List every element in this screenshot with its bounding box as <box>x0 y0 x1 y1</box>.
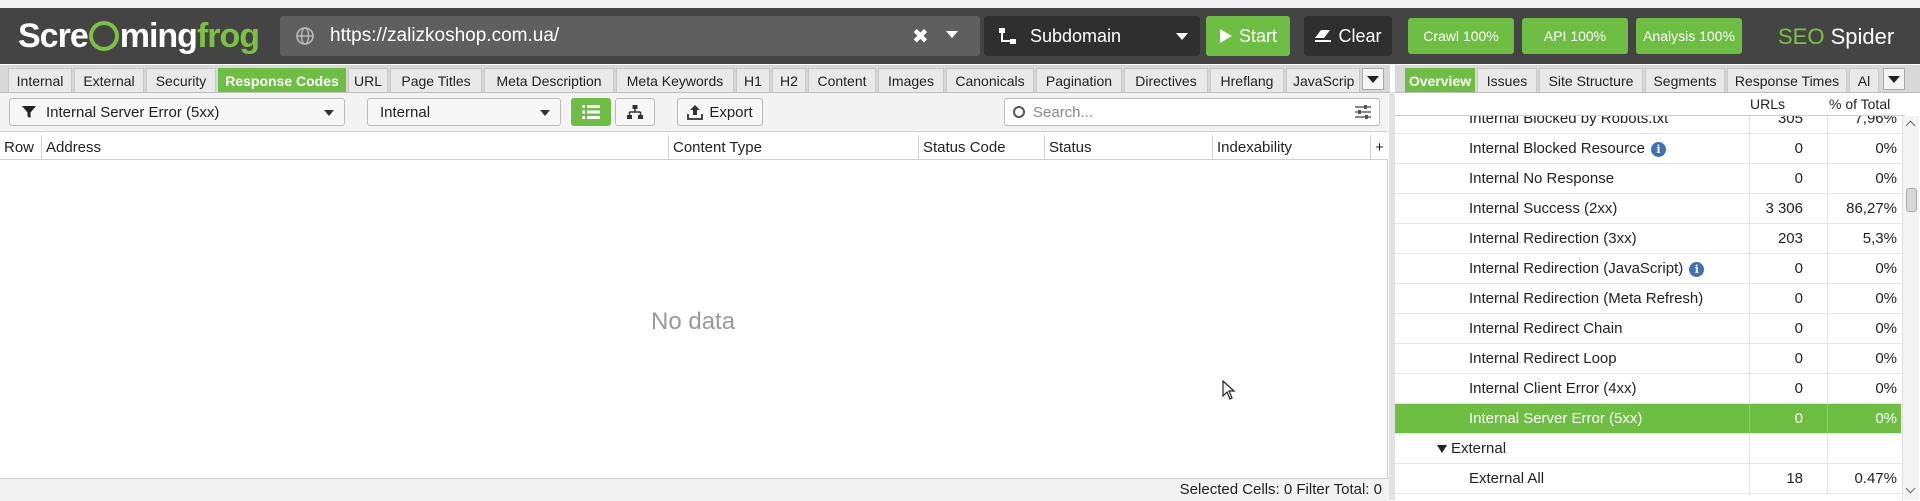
expand-triangle-icon[interactable] <box>1437 445 1447 453</box>
info-icon[interactable]: i <box>1689 261 1705 277</box>
overview-row[interactable]: External All 18 0.47% <box>1395 464 1901 494</box>
scroll-down-icon[interactable] <box>1905 483 1916 494</box>
export-icon <box>687 104 704 120</box>
overview-group-external[interactable]: External <box>1395 434 1901 464</box>
more-right-tabs-dropdown-icon[interactable] <box>1883 68 1905 90</box>
tab-meta-keywords[interactable]: Meta Keywords <box>616 68 734 92</box>
eraser-icon <box>1315 30 1332 42</box>
subdomain-icon <box>999 28 1016 44</box>
overview-row[interactable]: Internal Redirection (3xx) 203 5,3% <box>1395 224 1901 254</box>
overview-row[interactable]: Internal Redirection (JavaScript) i 0 0% <box>1395 254 1901 284</box>
crawl-mode-select[interactable]: Subdomain <box>984 16 1200 56</box>
tree-icon <box>627 105 643 119</box>
overview-row-selected[interactable]: Internal Server Error (5xx) 0 0% <box>1395 404 1901 434</box>
start-button[interactable]: Start <box>1206 16 1290 56</box>
top-header-bar: Scre ming frog https://zalizkoshop.com.ua/… <box>0 8 1920 64</box>
column-header-address[interactable]: Address <box>42 135 669 159</box>
tab-pagination[interactable]: Pagination <box>1036 68 1122 92</box>
url-text[interactable]: https://zalizkoshop.com.ua/ <box>330 25 559 47</box>
tab-images[interactable]: Images <box>878 68 944 92</box>
tab-segments[interactable]: Segments <box>1645 68 1725 92</box>
mouse-cursor-icon <box>1222 380 1236 400</box>
overview-header: URLs % of Total <box>1395 93 1905 116</box>
info-icon[interactable]: i <box>1650 141 1666 157</box>
api-progress-badge: API 100% <box>1522 18 1628 54</box>
chevron-down-icon <box>540 110 550 116</box>
tab-security[interactable]: Security <box>146 68 216 92</box>
globe-icon <box>296 27 314 45</box>
overview-row[interactable]: Internal Redirect Chain 0 0% <box>1395 314 1901 344</box>
tab-meta-description[interactable]: Meta Description <box>484 68 614 92</box>
overview-row[interactable]: Internal No Response 0 0% <box>1395 164 1901 194</box>
url-history-dropdown-icon[interactable] <box>946 31 958 38</box>
tab-directives[interactable]: Directives <box>1124 68 1208 92</box>
results-table-header: Row Address Content Type Status Code Sta… <box>0 135 1388 160</box>
search-options-icon[interactable] <box>1355 105 1371 119</box>
seo-spider-brand: SEO Spider <box>1778 24 1895 49</box>
tree-view-button[interactable] <box>615 98 655 126</box>
crawl-mode-label: Subdomain <box>1030 26 1122 46</box>
tab-javascript[interactable]: JavaScrip <box>1286 68 1360 92</box>
scope-select[interactable]: Internal <box>367 98 561 126</box>
results-table-body: No data <box>0 160 1388 478</box>
url-input[interactable]: https://zalizkoshop.com.ua/ ✖ <box>280 16 980 56</box>
selection-summary: Selected Cells: 0 Filter Total: 0 <box>1179 481 1382 498</box>
tab-h1[interactable]: H1 <box>736 68 770 92</box>
export-button[interactable]: Export <box>677 98 763 126</box>
overview-row[interactable]: Internal Blocked Resource i 0 0% <box>1395 134 1901 164</box>
tab-canonicals[interactable]: Canonicals <box>946 68 1034 92</box>
column-header-indexability[interactable]: Indexability <box>1213 135 1371 159</box>
list-view-button[interactable] <box>571 98 611 126</box>
tab-url[interactable]: URL <box>348 68 388 92</box>
chevron-down-icon <box>324 110 334 116</box>
column-header-content-type[interactable]: Content Type <box>669 135 919 159</box>
frog-logo-icon <box>88 21 119 51</box>
more-tabs-dropdown-icon[interactable] <box>1362 68 1384 90</box>
tab-site-structure[interactable]: Site Structure <box>1539 68 1643 92</box>
right-panel-tab-bar: Overview Issues Site Structure Segments … <box>1395 65 1920 93</box>
filter-toolbar: Internal Server Error (5xx) Internal Exp… <box>0 93 1388 132</box>
filter-select[interactable]: Internal Server Error (5xx) <box>9 98 345 126</box>
crawl-progress-badge: Crawl 100% <box>1408 18 1514 54</box>
column-header-row[interactable]: Row <box>0 135 42 159</box>
search-icon <box>1013 106 1025 118</box>
tab-content[interactable]: Content <box>808 68 876 92</box>
overview-row[interactable]: Internal Blocked by Robots.txt 305 7,96% <box>1395 116 1901 134</box>
tab-response-codes[interactable]: Response Codes <box>218 68 346 92</box>
main-tab-bar: Internal External Security Response Code… <box>0 65 1390 93</box>
overview-tree: Internal Blocked by Robots.txt 305 7,96%… <box>1395 116 1901 500</box>
tab-page-titles[interactable]: Page Titles <box>390 68 482 92</box>
overview-row[interactable]: Internal Success (2xx) 3 306 86,27% <box>1395 194 1901 224</box>
list-icon <box>582 105 600 119</box>
add-column-icon[interactable]: + <box>1371 135 1388 159</box>
search-input[interactable]: Search... <box>1004 98 1380 126</box>
tab-issues[interactable]: Issues <box>1477 68 1537 92</box>
clear-url-icon[interactable]: ✖ <box>912 24 929 49</box>
overview-row[interactable]: Internal Redirection (Meta Refresh) 0 0% <box>1395 284 1901 314</box>
analysis-progress-badge: Analysis 100% <box>1636 18 1742 54</box>
status-footer: Selected Cells: 0 Filter Total: 0 <box>0 478 1390 501</box>
tab-response-times[interactable]: Response Times <box>1727 68 1847 92</box>
overview-row[interactable]: Internal Redirect Loop 0 0% <box>1395 344 1901 374</box>
chevron-down-icon <box>1176 33 1188 40</box>
column-header-urls[interactable]: URLs <box>1750 96 1785 112</box>
tab-ai[interactable]: Al <box>1849 68 1879 92</box>
column-header-percent[interactable]: % of Total <box>1829 96 1890 112</box>
tab-internal[interactable]: Internal <box>8 68 72 92</box>
clear-button[interactable]: Clear <box>1304 16 1392 56</box>
column-header-status-code[interactable]: Status Code <box>919 135 1045 159</box>
tab-h2[interactable]: H2 <box>772 68 806 92</box>
overview-row[interactable]: Internal Client Error (4xx) 0 0% <box>1395 374 1901 404</box>
empty-state-text: No data <box>651 308 736 335</box>
scrollbar-thumb[interactable] <box>1906 188 1917 212</box>
tab-hreflang[interactable]: Hreflang <box>1210 68 1284 92</box>
play-icon <box>1219 29 1232 43</box>
filter-icon <box>22 106 36 118</box>
screaming-frog-logo: Scre ming frog <box>18 16 260 55</box>
column-header-status[interactable]: Status <box>1045 135 1213 159</box>
tab-external[interactable]: External <box>74 68 144 92</box>
scroll-up-icon[interactable] <box>1905 120 1916 131</box>
tab-overview[interactable]: Overview <box>1405 68 1475 92</box>
overview-scrollbar[interactable] <box>1902 116 1919 500</box>
